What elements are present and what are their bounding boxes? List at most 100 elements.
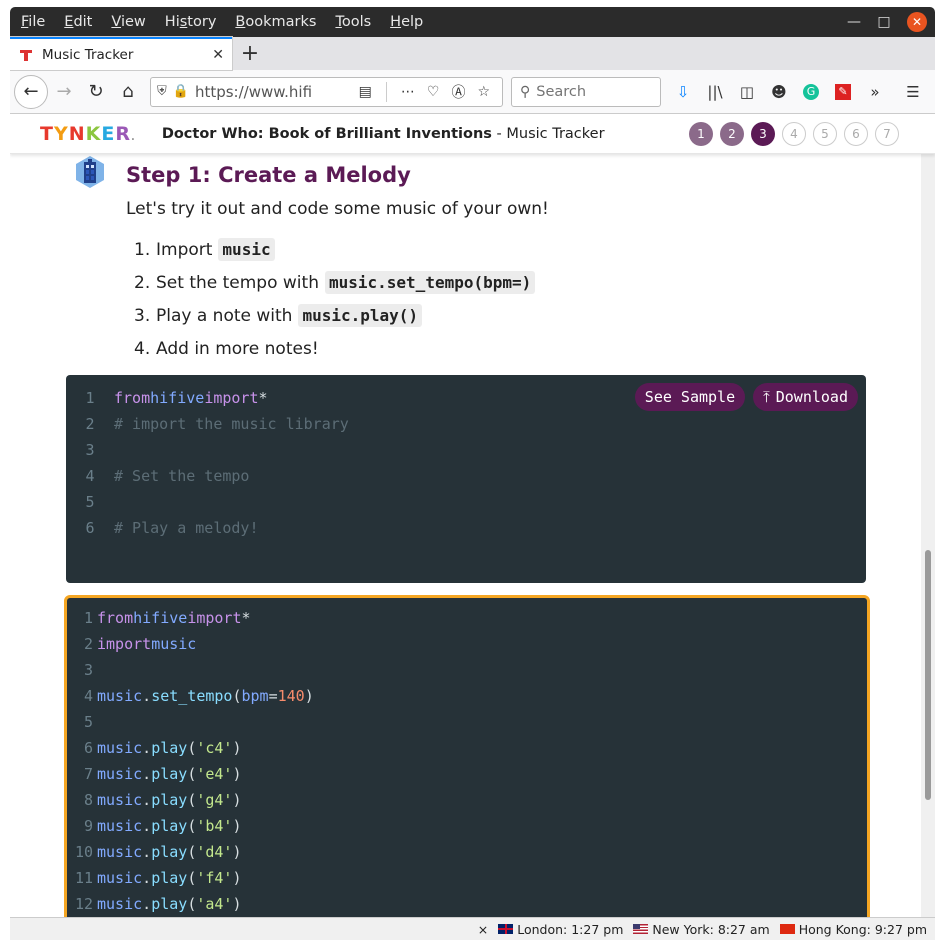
menu-tools[interactable]: Tools bbox=[328, 14, 378, 30]
code-line[interactable]: 8 music. play('g4') bbox=[67, 787, 867, 813]
code-line[interactable]: 4 # Set the tempo bbox=[66, 463, 866, 489]
menu-help[interactable]: Help bbox=[383, 14, 430, 30]
status-bar: × London: 1:27 pm New York: 8:27 am Hong… bbox=[10, 917, 935, 940]
download-icon[interactable]: ⇩ bbox=[667, 76, 699, 108]
library-icon[interactable]: ||\ bbox=[699, 76, 731, 108]
minimize-icon[interactable]: — bbox=[839, 11, 869, 33]
code-line[interactable]: 2 import music bbox=[67, 631, 867, 657]
menu-view[interactable]: View bbox=[104, 14, 152, 30]
tynker-favicon-icon bbox=[18, 47, 34, 63]
inline-code: music bbox=[218, 238, 275, 261]
page-title: Doctor Who: Book of Brilliant Inventions… bbox=[162, 126, 605, 142]
window-controls: — □ ✕ bbox=[839, 11, 935, 33]
tab-music-tracker[interactable]: Music Tracker ✕ bbox=[10, 37, 232, 70]
grammarly-icon[interactable]: G bbox=[795, 76, 827, 108]
code-line[interactable]: 4 music. set_tempo(bpm = 140) bbox=[67, 683, 867, 709]
code-editor[interactable]: 1 from hifive import * 2 import music 3 4m… bbox=[64, 595, 870, 917]
bookmark-star-icon[interactable]: ☆ bbox=[477, 84, 490, 100]
list-item: 1. Import music bbox=[134, 233, 535, 266]
page-scrollbar[interactable] bbox=[921, 153, 935, 917]
see-sample-button[interactable]: See Sample bbox=[634, 383, 746, 411]
status-close-icon[interactable]: × bbox=[478, 922, 488, 937]
overflow-chevron-icon[interactable]: » bbox=[859, 76, 891, 108]
page-actions-icon[interactable]: ⋯ bbox=[401, 84, 415, 100]
clock-new-york: New York: 8:27 am bbox=[633, 922, 770, 937]
code-line[interactable]: 5 bbox=[67, 709, 867, 735]
code-line[interactable]: 3 bbox=[67, 657, 867, 683]
clock-hong-kong: Hong Kong: 9:27 pm bbox=[779, 922, 927, 937]
pocket-icon[interactable]: ♡ bbox=[427, 84, 440, 100]
close-window-icon[interactable]: ✕ bbox=[907, 12, 927, 32]
tab-close-icon[interactable]: ✕ bbox=[212, 47, 224, 63]
code-line[interactable]: 3 bbox=[66, 437, 866, 463]
tardis-hexagon-icon bbox=[74, 155, 106, 188]
tynker-logo[interactable]: TYNKER. bbox=[40, 123, 136, 145]
code-line[interactable]: 10 music. play('d4') bbox=[67, 839, 867, 865]
step-dot-2[interactable]: 2 bbox=[720, 121, 744, 146]
uk-flag-icon bbox=[498, 924, 514, 934]
code-line[interactable]: 9 music. play('b4') bbox=[67, 813, 867, 839]
browser-window: File Edit View History Bookmarks Tools H… bbox=[10, 7, 935, 940]
back-arrow-icon[interactable]: ← bbox=[14, 74, 48, 109]
new-tab-icon[interactable]: + bbox=[232, 37, 268, 70]
lock-icon[interactable]: 🔒 bbox=[173, 84, 189, 99]
upload-tray-icon: ⤒ bbox=[763, 388, 770, 406]
url-text[interactable]: https://www.hifi bbox=[195, 83, 353, 101]
tab-strip: Music Tracker ✕ + bbox=[10, 37, 935, 70]
shield-icon[interactable]: ⛨ bbox=[157, 84, 167, 99]
code-line[interactable]: 12 music. play('a4') bbox=[67, 891, 867, 917]
activity-title: - Music Tracker bbox=[491, 125, 605, 142]
code-line[interactable]: 2 # import the music library bbox=[66, 411, 866, 437]
code-line[interactable]: 1 from hifive import * bbox=[67, 605, 867, 631]
step-dot-6[interactable]: 6 bbox=[844, 121, 868, 146]
home-icon[interactable]: ⌂ bbox=[112, 76, 144, 108]
code-line[interactable]: 7 music. play('e4') bbox=[67, 761, 867, 787]
sidebar-icon[interactable]: ◫ bbox=[731, 76, 763, 108]
menu-file[interactable]: File bbox=[14, 14, 52, 30]
code-line[interactable]: 6 # Play a melody! bbox=[66, 515, 866, 541]
editor-buttons: See Sample ⤒ Download bbox=[634, 383, 858, 411]
instruction-list: 1. Import music 2. Set the tempo with mu… bbox=[134, 233, 536, 365]
menu-bookmarks[interactable]: Bookmarks bbox=[228, 14, 323, 30]
book-title: Doctor Who: Book of Brilliant Inventions bbox=[161, 125, 492, 142]
maximize-icon[interactable]: □ bbox=[869, 11, 899, 33]
step-dot-5[interactable]: 5 bbox=[813, 121, 837, 146]
clock-london: London: 1:27 pm bbox=[498, 922, 623, 937]
inline-code: music.set_tempo(bpm=) bbox=[324, 271, 536, 294]
menu-history[interactable]: History bbox=[158, 14, 224, 30]
account-icon[interactable]: ☻ bbox=[763, 76, 795, 108]
menu-bar: File Edit View History Bookmarks Tools H… bbox=[10, 7, 935, 37]
download-button[interactable]: ⤒ Download bbox=[753, 383, 858, 411]
menu-edit[interactable]: Edit bbox=[57, 14, 99, 30]
intro-text: Let's try it out and code some music of … bbox=[126, 199, 549, 219]
step-dot-3[interactable]: 3 bbox=[751, 121, 775, 146]
list-item: 4. Add in more notes! bbox=[134, 338, 319, 359]
starter-code-editor[interactable]: See Sample ⤒ Download 1 from hifive import… bbox=[66, 375, 866, 583]
page-content: Step 1: Create a Melody Let's try it out… bbox=[10, 153, 921, 917]
search-bar[interactable]: ⚲ bbox=[511, 76, 661, 107]
url-bar[interactable]: ⛨ 🔒 https://www.hifi ▤ ⋯ ♡ Ⓐ ☆ bbox=[150, 76, 503, 107]
step-dot-4[interactable]: 4 bbox=[782, 121, 806, 146]
navigation-bar: ← → ↻ ⌂ ⛨ 🔒 https://www.hifi ▤ ⋯ ♡ Ⓐ ☆ ⚲… bbox=[10, 70, 935, 114]
list-item: 3. Play a note with music.play() bbox=[134, 299, 535, 332]
code-line[interactable]: 5 bbox=[66, 489, 866, 515]
tab-title: Music Tracker bbox=[42, 46, 134, 63]
site-header: TYNKER. Doctor Who: Book of Brilliant In… bbox=[10, 114, 935, 154]
hamburger-menu-icon[interactable]: ☰ bbox=[897, 76, 929, 108]
hk-flag-icon bbox=[779, 924, 795, 934]
scrollbar-thumb[interactable] bbox=[925, 550, 931, 800]
step-dot-7[interactable]: 7 bbox=[875, 121, 899, 146]
code-line[interactable]: 11 music. play('f4') bbox=[67, 865, 867, 891]
search-input[interactable] bbox=[536, 83, 637, 100]
code-line[interactable]: 6 music. play('c4') bbox=[67, 735, 867, 761]
forward-arrow-icon[interactable]: → bbox=[48, 76, 80, 108]
url-separator bbox=[385, 81, 387, 102]
step-dot-1[interactable]: 1 bbox=[689, 121, 713, 146]
step-title: Step 1: Create a Melody bbox=[126, 163, 411, 187]
us-flag-icon bbox=[633, 924, 649, 934]
reader-view-icon[interactable]: ▤ bbox=[359, 84, 372, 100]
extension-a-icon[interactable]: Ⓐ bbox=[451, 82, 465, 102]
reload-icon[interactable]: ↻ bbox=[80, 76, 112, 108]
color-picker-icon[interactable]: ✎ bbox=[827, 76, 859, 108]
play-lines: 6 music. play('c4') 7 music. play('e4') 8 music… bbox=[67, 735, 867, 917]
